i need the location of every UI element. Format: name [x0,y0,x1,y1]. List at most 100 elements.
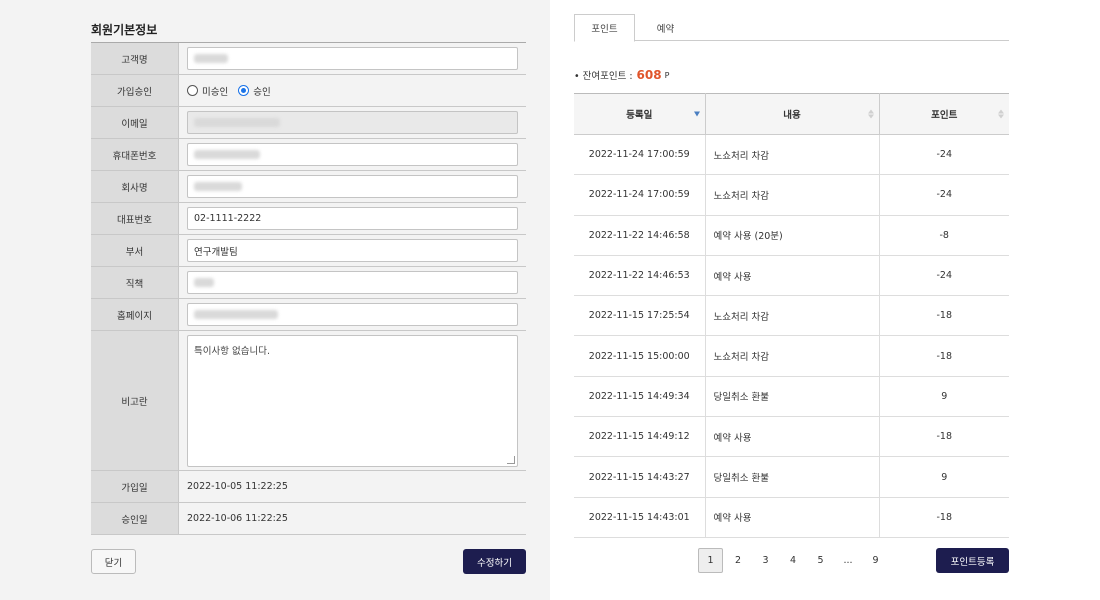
row-point: -24 [879,255,1009,297]
table-row: 2022-11-24 17:00:59 노쇼처리 차감 -24 [574,174,1009,216]
page-ellipsis: ... [843,555,853,566]
table-row: 2022-11-15 17:25:54 노쇼처리 차감 -18 [574,295,1009,337]
page-2-button[interactable]: 2 [726,548,751,573]
row-content: 노쇼처리 차감 [705,335,880,377]
radio-unapproved-label[interactable]: 미승인 [202,84,228,98]
main-phone-input[interactable]: 02-1111-2222 [187,207,518,230]
row-date: 2022-11-15 14:43:01 [574,497,706,538]
sort-icon[interactable] [867,109,874,119]
remaining-points-unit: P [664,70,670,80]
row-point: -18 [879,335,1009,377]
page-9-button[interactable]: 9 [863,548,888,573]
tab-reservation[interactable]: 예약 [635,14,696,41]
column-header-date-label: 등록일 [626,110,653,121]
company-label: 회사명 [91,171,179,202]
redacted-value [194,310,278,319]
row-date: 2022-11-22 14:46:53 [574,255,706,297]
row-content: 예약 사용 [705,255,880,297]
page-1-button[interactable]: 1 [698,548,723,573]
column-header-point[interactable]: 포인트 [879,93,1009,135]
register-points-button[interactable]: 포인트등록 [936,548,1009,573]
remarks-text: 특이사항 없습니다. [194,346,270,357]
approval-date-value: 2022-10-06 11:22:25 [187,513,288,524]
sort-desc-icon[interactable] [693,111,700,117]
email-field [187,111,518,134]
table-row: 2022-11-15 14:43:01 예약 사용 -18 [574,497,1009,538]
row-content: 예약 사용 [705,416,880,458]
row-point: -8 [879,215,1009,256]
department-label: 부서 [91,235,179,266]
redacted-value [194,54,228,63]
resize-grip-icon[interactable] [507,456,515,464]
row-date: 2022-11-15 14:43:27 [574,456,706,498]
remarks-label: 비고란 [91,331,179,470]
join-date-value: 2022-10-05 11:22:25 [187,481,288,492]
position-input[interactable] [187,271,518,294]
radio-unapproved[interactable] [187,85,198,96]
customer-name-label: 고객명 [91,43,179,74]
row-content: 예약 사용 [705,497,880,538]
company-input[interactable] [187,175,518,198]
table-row: 2022-11-15 15:00:00 노쇼처리 차감 -18 [574,335,1009,377]
row-point: -18 [879,295,1009,337]
row-point: -24 [879,134,1009,176]
member-info-table: 고객명 가입승인 미승인 승인 이메일 휴대폰번호 회사명 대표번호 02-11… [91,42,526,535]
row-main-phone: 대표번호 02-1111-2222 [91,203,526,235]
row-content: 노쇼처리 차감 [705,295,880,337]
edit-button[interactable]: 수정하기 [463,549,526,574]
table-row: 2022-11-22 14:46:58 예약 사용 (20분) -8 [574,215,1009,256]
row-department: 부서 연구개발팀 [91,235,526,267]
homepage-label: 홈페이지 [91,299,179,330]
join-date-label: 가입일 [91,471,179,502]
row-point: 9 [879,456,1009,498]
row-date: 2022-11-24 17:00:59 [574,174,706,216]
column-header-point-label: 포인트 [931,110,958,121]
remarks-textarea[interactable]: 특이사항 없습니다. [187,335,518,467]
column-header-content-label: 내용 [783,110,801,121]
approval-radio-group: 미승인 승인 [187,84,277,98]
remaining-points-label: • 잔여포인트 : [574,71,633,82]
row-mobile: 휴대폰번호 [91,139,526,171]
column-header-content[interactable]: 내용 [705,93,880,135]
row-approval-date: 승인일 2022-10-06 11:22:25 [91,503,526,535]
redacted-value [194,150,260,159]
table-row: 2022-11-24 17:00:59 노쇼처리 차감 -24 [574,134,1009,176]
row-point: -18 [879,497,1009,538]
column-header-date[interactable]: 등록일 [574,93,706,135]
approval-date-label: 승인일 [91,503,179,534]
sort-icon[interactable] [998,109,1004,119]
radio-approved-label[interactable]: 승인 [253,84,270,98]
row-customer-name: 고객명 [91,43,526,75]
row-date: 2022-11-22 14:46:58 [574,215,706,256]
row-approval: 가입승인 미승인 승인 [91,75,526,107]
row-point: -18 [879,416,1009,458]
page-4-button[interactable]: 4 [781,548,806,573]
department-input[interactable]: 연구개발팀 [187,239,518,262]
page-3-button[interactable]: 3 [753,548,778,573]
table-row: 2022-11-15 14:43:27 당일취소 환불 9 [574,456,1009,498]
row-join-date: 가입일 2022-10-05 11:22:25 [91,471,526,503]
mobile-input[interactable] [187,143,518,166]
points-table: 등록일 내용 포인트 2022-11-24 17:00:59 노쇼처리 차감 -… [574,93,1009,538]
table-row: 2022-11-15 14:49:34 당일취소 환불 9 [574,376,1009,418]
close-button[interactable]: 닫기 [91,549,136,574]
row-content: 노쇼처리 차감 [705,174,880,216]
table-row: 2022-11-15 14:49:12 예약 사용 -18 [574,416,1009,458]
position-label: 직책 [91,267,179,298]
row-date: 2022-11-15 17:25:54 [574,295,706,337]
email-label: 이메일 [91,107,179,138]
radio-approved[interactable] [238,85,250,96]
row-point: -24 [879,174,1009,216]
page-5-button[interactable]: 5 [808,548,833,573]
tab-points[interactable]: 포인트 [574,14,635,42]
homepage-input[interactable] [187,303,518,326]
approval-label: 가입승인 [91,75,179,106]
tab-bar: 포인트 예약 [574,14,1009,42]
customer-name-input[interactable] [187,47,518,70]
row-remarks: 비고란 특이사항 없습니다. [91,331,526,471]
row-date: 2022-11-15 15:00:00 [574,335,706,377]
row-point: 9 [879,376,1009,418]
row-homepage: 홈페이지 [91,299,526,331]
redacted-value [194,182,242,191]
mobile-label: 휴대폰번호 [91,139,179,170]
